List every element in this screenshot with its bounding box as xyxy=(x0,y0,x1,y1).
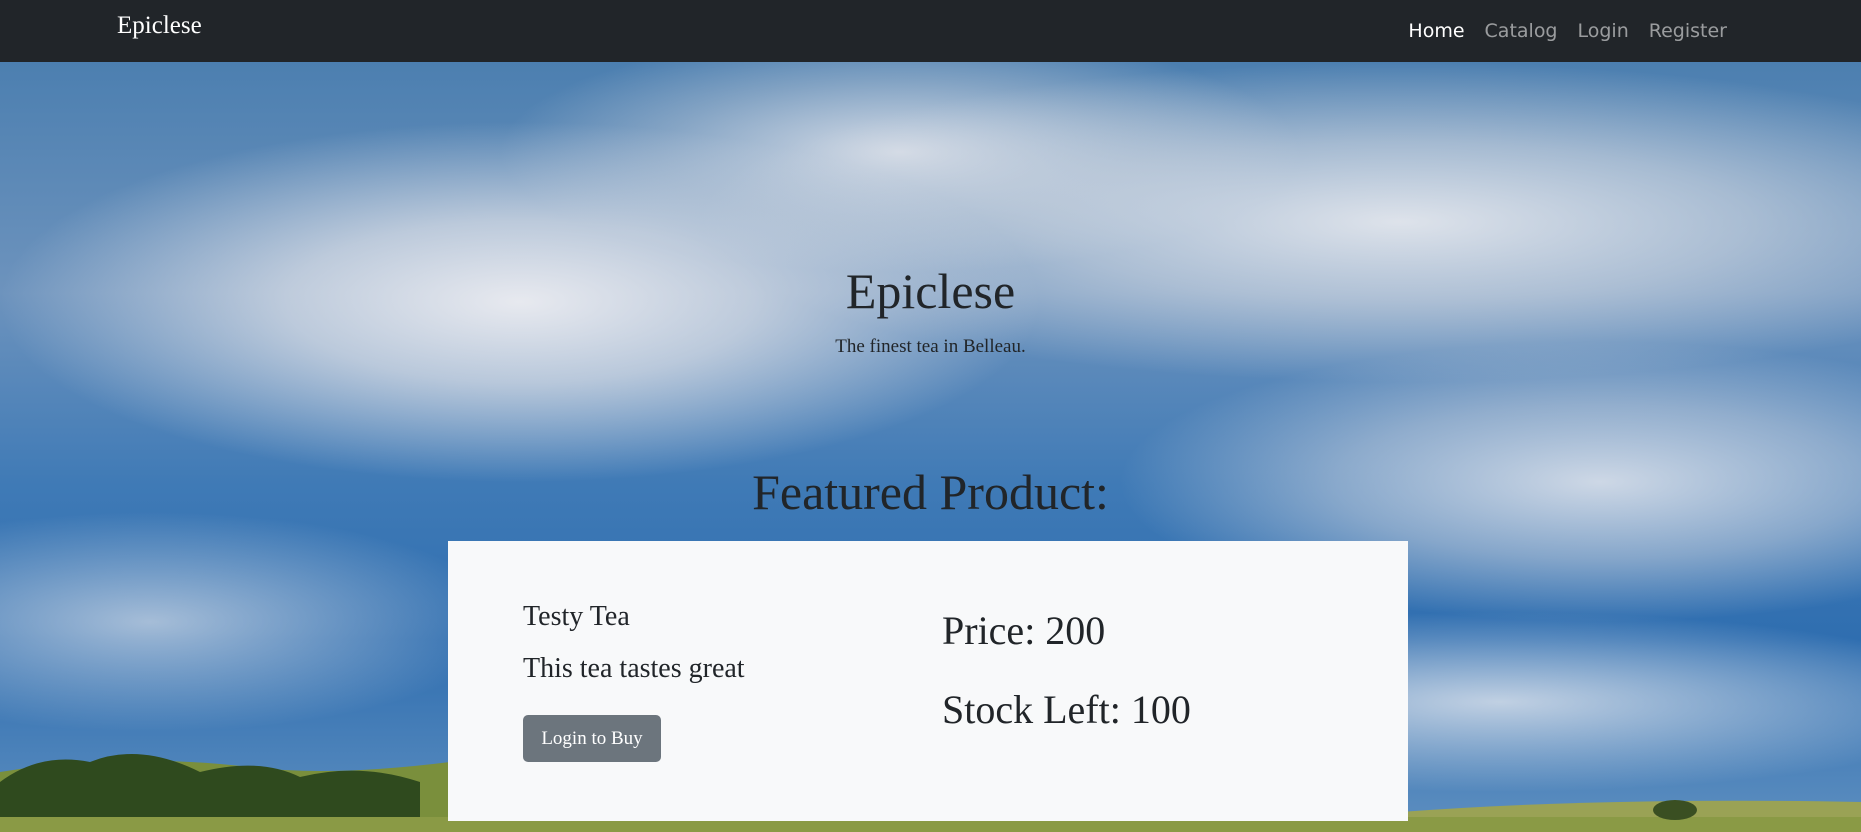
nav-link-catalog[interactable]: Catalog xyxy=(1485,20,1558,42)
navbar-brand[interactable]: Epiclese xyxy=(117,12,202,40)
nav-link-login[interactable]: Login xyxy=(1578,20,1629,42)
nav-links: Home Catalog Login Register xyxy=(1408,0,1727,62)
top-navbar: Epiclese Home Catalog Login Register xyxy=(0,0,1861,62)
product-name: Testy Tea xyxy=(523,601,630,632)
product-stock: Stock Left: 100 xyxy=(942,687,1191,732)
featured-product-card: Testy Tea This tea tastes great Login to… xyxy=(448,541,1408,821)
nav-link-register[interactable]: Register xyxy=(1649,20,1727,42)
featured-heading: Featured Product: xyxy=(752,464,1109,520)
product-description: This tea tastes great xyxy=(523,653,745,684)
hero-subtitle: The finest tea in Belleau. xyxy=(835,336,1026,357)
product-price: Price: 200 xyxy=(942,608,1106,653)
hero-title: Epiclese xyxy=(845,263,1016,319)
login-to-buy-button[interactable]: Login to Buy xyxy=(523,715,661,762)
nav-link-home[interactable]: Home xyxy=(1408,20,1464,42)
